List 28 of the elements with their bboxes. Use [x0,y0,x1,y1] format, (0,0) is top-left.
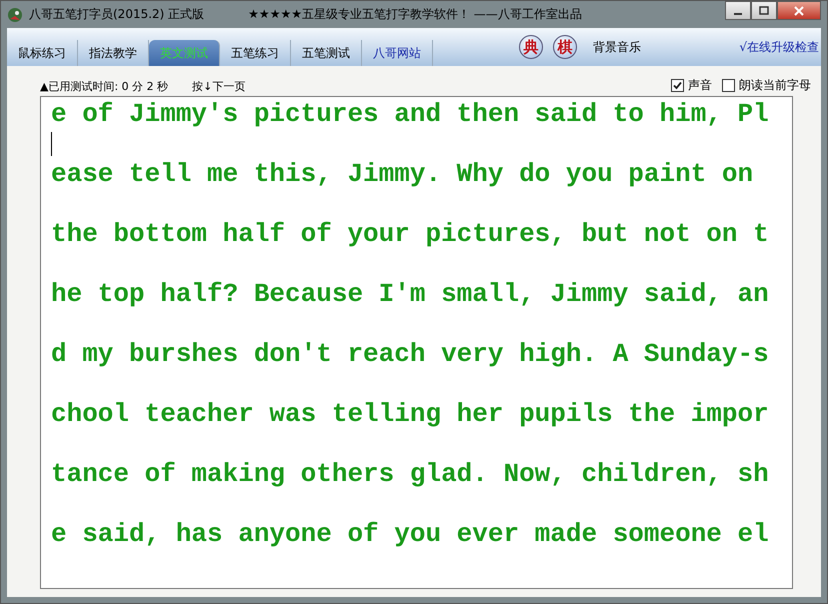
checkbox[interactable] [722,79,735,92]
practice-text-line: chool teacher was telling her pupils the impor [51,398,770,431]
minimize-button[interactable] [725,1,751,20]
minimize-icon [734,12,742,14]
typing-area[interactable] [40,96,793,589]
practice-text-line: d my burshes don't reach very high. A Sunday-s [51,338,770,371]
practice-text-line: tance of making others glad. Now, children, sh [51,458,770,491]
window-subtitle: ★★★★★五星级专业五笔打字教学软件！ ——八哥工作室出品 [248,6,582,23]
close-button[interactable] [777,1,821,20]
close-icon [794,6,804,16]
practice-text-line: e of Jimmy's pictures and then said to him, Pl [51,98,770,131]
practice-text-line: the bottom half of your pictures, but not on t [51,218,770,251]
elapsed-time: ▲已用测试时间: 0 分 2 秒 [40,79,168,94]
checkbox-label: 朗读当前字母 [739,77,811,94]
upgrade-check-link[interactable]: √在线升级检查 [739,38,819,56]
checkbox-label: 声音 [688,77,712,94]
dictionary-button[interactable]: 典 [519,35,543,59]
practice-text-line: ease tell me this, Jimmy. Why do you paint on [51,158,754,191]
practice-text-line: e said, has anyone of you ever made someone el [51,518,770,551]
checkbox[interactable] [671,79,684,92]
window-title: 八哥五笔打字员(2015.2) 正式版 [29,6,204,23]
background-music-link[interactable]: 背景音乐 [593,38,641,56]
bird-icon [7,6,23,22]
chess-button[interactable]: 棋 [553,35,577,59]
next-page-hint: 按↓下一页 [192,79,246,94]
maximize-button[interactable] [751,1,777,20]
practice-text-line: he top half? Because I'm small, Jimmy said, an [51,278,770,311]
maximize-icon [759,6,769,16]
